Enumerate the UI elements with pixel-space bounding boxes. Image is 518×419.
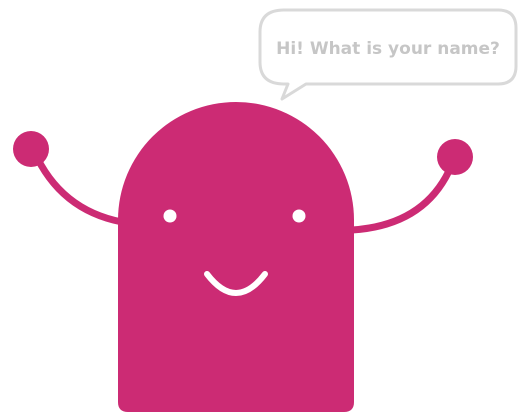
left-arm — [30, 147, 126, 226]
speech-bubble: Hi! What is your name? — [258, 8, 518, 101]
left-hand — [13, 131, 49, 167]
monster-character — [13, 102, 473, 412]
right-eye — [292, 209, 306, 223]
character-body — [118, 102, 354, 412]
right-hand — [437, 139, 473, 175]
speech-bubble-text: Hi! What is your name? — [276, 39, 500, 59]
left-eye — [163, 209, 177, 223]
right-arm — [348, 155, 458, 234]
scene-canvas: Hi! What is your name? — [13, 8, 518, 412]
greeting-scene: Hi! What is your name? — [0, 0, 518, 414]
